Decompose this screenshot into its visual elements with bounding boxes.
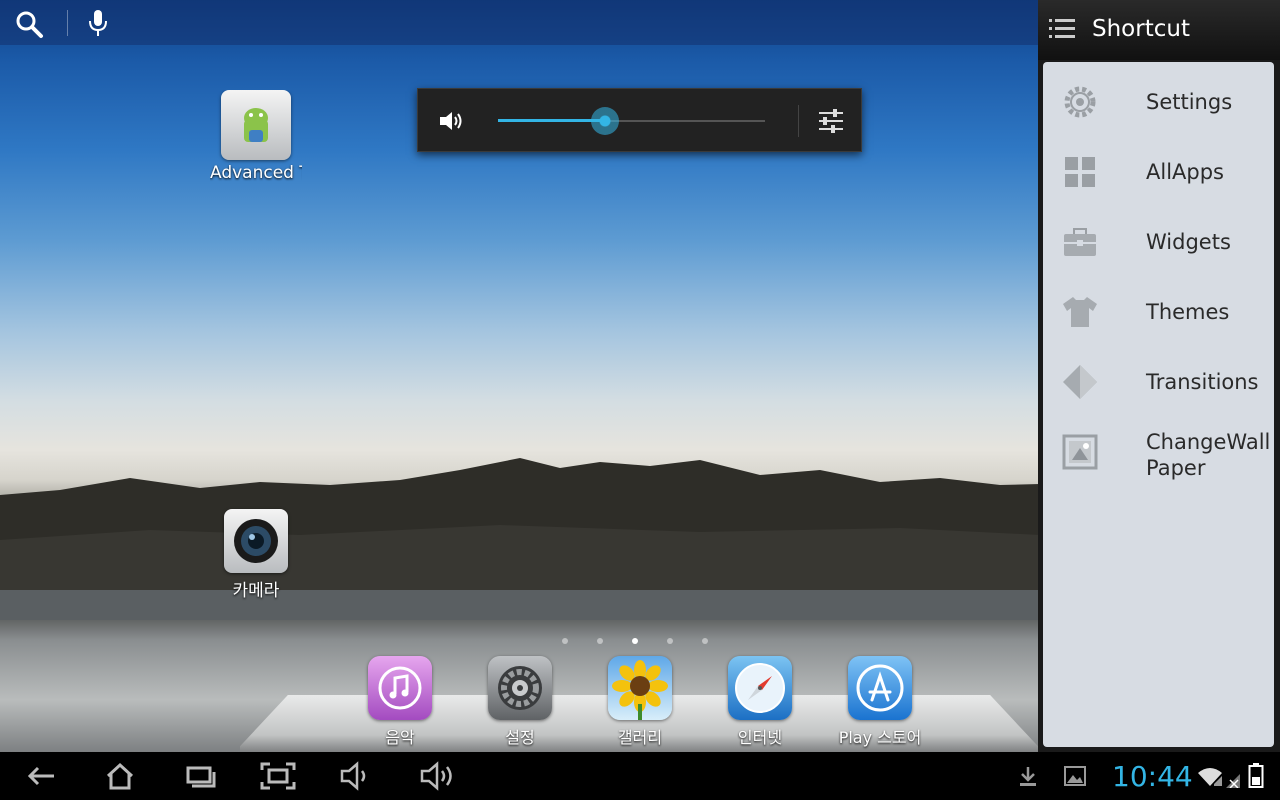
back-icon[interactable]: [22, 760, 62, 792]
list-menu-icon[interactable]: [1049, 18, 1077, 40]
page-dot[interactable]: [702, 638, 708, 644]
home-icon[interactable]: [100, 760, 140, 792]
app-store-icon: [848, 656, 912, 720]
page-dot[interactable]: [667, 638, 673, 644]
shortcut-list: Settings AllApps Widgets Themes Transiti…: [1043, 62, 1274, 747]
shortcut-item-label: Widgets: [1146, 230, 1231, 254]
signal-icon: [1226, 774, 1240, 788]
shortcut-item-label: Themes: [1146, 300, 1230, 324]
desktop-icon-label: Advanced T: [210, 163, 302, 183]
dock-item-label: 갤러리: [617, 728, 663, 747]
search-icon[interactable]: [14, 9, 44, 39]
download-icon[interactable]: [1016, 764, 1040, 788]
battery-icon: [1248, 763, 1264, 788]
screenshot-icon[interactable]: [258, 760, 298, 792]
shortcut-item-changewallpaper[interactable]: ChangeWall Paper: [1043, 417, 1274, 481]
dock-item-label: Play 스토어: [838, 728, 922, 747]
shortcut-item-label: ChangeWall Paper: [1146, 430, 1271, 480]
shortcut-item-label: Settings: [1146, 90, 1233, 114]
volume-slider-thumb[interactable]: [590, 107, 619, 135]
sunflower-icon: [608, 656, 672, 720]
dock-item-internet[interactable]: 인터넷: [705, 656, 815, 748]
recent-apps-icon[interactable]: [180, 760, 220, 792]
search-divider: [67, 10, 68, 36]
shortcut-panel-title: Shortcut: [1092, 16, 1190, 42]
system-navigation-bar: 10:44: [0, 752, 1280, 800]
volume-slider-fill: [498, 119, 605, 122]
desktop-icon-camera[interactable]: 카메라: [222, 509, 290, 601]
grid-icon: [1065, 157, 1095, 187]
shirt-icon: [1063, 297, 1097, 327]
volume-up-icon[interactable]: [418, 760, 458, 792]
wifi-icon: [1198, 768, 1222, 786]
volume-down-icon[interactable]: [338, 760, 378, 792]
diamond-icon: [1063, 365, 1097, 399]
dock-item-settings[interactable]: 설정: [465, 656, 575, 748]
page-dot[interactable]: [597, 638, 603, 644]
speaker-icon: [440, 112, 462, 130]
volume-divider: [798, 105, 799, 137]
sliders-settings-icon[interactable]: [817, 107, 845, 135]
compass-icon: [728, 656, 792, 720]
shortcut-panel: Shortcut Settings AllApps Widgets Themes…: [1038, 0, 1280, 752]
shortcut-item-transitions[interactable]: Transitions: [1043, 347, 1274, 411]
status-clock[interactable]: 10:44: [1112, 760, 1193, 793]
picture-notification-icon[interactable]: [1063, 764, 1087, 788]
dock-item-label: 인터넷: [737, 728, 783, 747]
shortcut-panel-header: Shortcut: [1038, 0, 1280, 60]
shortcut-item-widgets[interactable]: Widgets: [1043, 207, 1274, 271]
volume-slider[interactable]: [498, 107, 765, 135]
desktop-icon-label: 카메라: [232, 581, 280, 601]
music-icon: [368, 656, 432, 720]
page-dot[interactable]: [632, 638, 638, 644]
shortcut-item-label: AllApps: [1146, 160, 1225, 184]
page-dot[interactable]: [562, 638, 568, 644]
dock-item-label: 음악: [385, 728, 415, 747]
microphone-icon[interactable]: [86, 8, 110, 38]
dock-item-play-store[interactable]: Play 스토어: [825, 656, 935, 748]
desktop-icon-advanced[interactable]: Advanced T: [210, 90, 302, 183]
shortcut-item-themes[interactable]: Themes: [1043, 277, 1274, 341]
shortcut-item-allapps[interactable]: AllApps: [1043, 137, 1274, 201]
camera-icon: [224, 509, 288, 573]
android-robot-icon: [221, 90, 291, 160]
dock-item-gallery[interactable]: 갤러리: [585, 656, 695, 748]
shortcut-item-settings[interactable]: Settings: [1043, 67, 1274, 131]
gear-icon: [1064, 86, 1096, 118]
shortcut-item-label: Transitions: [1146, 370, 1259, 394]
search-bar: [0, 0, 1040, 45]
dock-item-music[interactable]: 음악: [345, 656, 455, 748]
settings-gear-icon: [488, 656, 552, 720]
page-indicator: [562, 638, 722, 646]
volume-popup: [417, 88, 862, 152]
dock-item-label: 설정: [505, 728, 535, 747]
toolbox-icon: [1064, 228, 1096, 256]
wallpaper-icon: [1062, 434, 1098, 470]
